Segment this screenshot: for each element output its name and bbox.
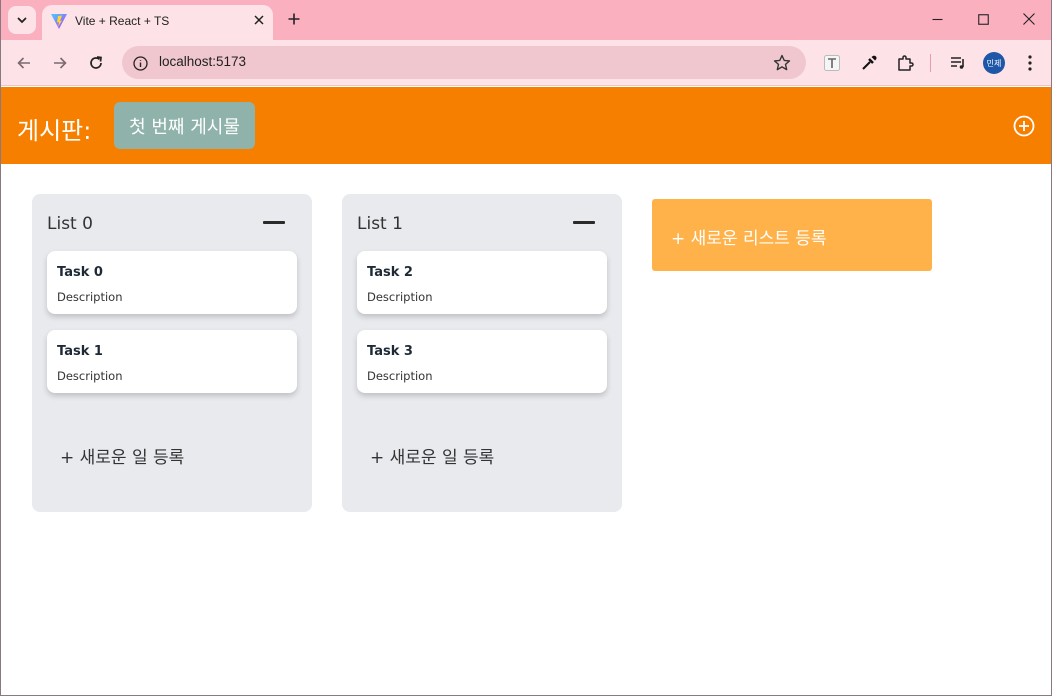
- remove-list-button[interactable]: [263, 221, 285, 224]
- bookmark-button[interactable]: [772, 53, 792, 73]
- site-info-button[interactable]: [130, 53, 150, 73]
- eyedropper-icon: [862, 55, 877, 70]
- back-button[interactable]: [12, 51, 36, 75]
- task-title: Task 1: [57, 344, 103, 359]
- new-tab-button[interactable]: [283, 8, 305, 30]
- forward-button[interactable]: [48, 51, 72, 75]
- close-icon: [254, 15, 264, 25]
- add-task-button[interactable]: + 새로운 일 등록: [60, 443, 184, 468]
- add-list-label: + 새로운 리스트 등록: [671, 229, 827, 249]
- toolbar-separator: [930, 54, 931, 72]
- browser-tabstrip: Vite + React + TS: [1, 0, 1051, 40]
- profile-avatar[interactable]: 민제: [983, 52, 1005, 74]
- task-card[interactable]: Task 0 Description: [47, 251, 297, 314]
- tab-close-button[interactable]: [250, 11, 268, 29]
- remove-list-button[interactable]: [573, 221, 595, 224]
- minimize-button[interactable]: [914, 4, 960, 34]
- plus-circle-icon: [1013, 115, 1035, 137]
- task-card[interactable]: Task 1 Description: [47, 330, 297, 393]
- arrow-left-icon: [17, 57, 30, 69]
- info-icon: [132, 55, 148, 71]
- plus-icon: [288, 13, 300, 25]
- task-card[interactable]: Task 2 Description: [357, 251, 607, 314]
- puzzle-icon: [898, 55, 914, 71]
- list-column: List 0 Task 0 Description Task 1 Descrip…: [32, 194, 312, 512]
- vite-logo-icon: [51, 14, 67, 29]
- add-board-button[interactable]: [1013, 115, 1035, 137]
- url-text: localhost:5173: [159, 54, 247, 69]
- eyedropper-extension-button[interactable]: [858, 52, 880, 74]
- reload-icon: [90, 56, 102, 69]
- tab-title: Vite + React + TS: [75, 14, 170, 28]
- browser-toolbar: localhost:5173 민제: [1, 40, 1051, 86]
- more-vert-icon: [1028, 55, 1032, 71]
- window-close-button[interactable]: [1006, 4, 1052, 34]
- extensions-button[interactable]: [894, 52, 916, 74]
- board-label: 게시판:: [17, 117, 92, 145]
- chevron-down-icon: [17, 17, 27, 24]
- browser-menu-button[interactable]: [1019, 52, 1041, 74]
- maximize-button[interactable]: [960, 4, 1006, 34]
- task-title: Task 3: [367, 344, 413, 359]
- task-description: Description: [57, 369, 123, 383]
- task-description: Description: [367, 290, 433, 304]
- maximize-icon: [977, 13, 989, 25]
- task-card[interactable]: Task 3 Description: [357, 330, 607, 393]
- text-extension-icon: [824, 55, 840, 71]
- translate-extension-button[interactable]: [821, 52, 843, 74]
- add-list-button[interactable]: + 새로운 리스트 등록: [652, 199, 932, 271]
- task-description: Description: [57, 290, 123, 304]
- address-bar[interactable]: localhost:5173: [122, 46, 806, 79]
- task-title: Task 2: [367, 265, 413, 280]
- app-header: 게시판: 첫 번째 게시물: [1, 87, 1051, 164]
- task-description: Description: [367, 369, 433, 383]
- task-title: Task 0: [57, 265, 103, 280]
- browser-tab-active[interactable]: Vite + React + TS: [42, 5, 273, 40]
- arrow-right-icon: [54, 57, 67, 69]
- add-task-button[interactable]: + 새로운 일 등록: [370, 443, 494, 468]
- minimize-icon: [932, 18, 942, 20]
- tab-search-button[interactable]: [8, 6, 36, 34]
- reload-button[interactable]: [84, 51, 108, 75]
- media-control-button[interactable]: [947, 52, 969, 74]
- board-chip-active[interactable]: 첫 번째 게시물: [114, 102, 255, 149]
- list-title: List 0: [47, 214, 93, 234]
- close-icon: [1023, 13, 1035, 25]
- list-column: List 1 Task 2 Description Task 3 Descrip…: [342, 194, 622, 512]
- star-icon: [773, 54, 791, 71]
- playlist-icon: [951, 57, 964, 69]
- list-title: List 1: [357, 214, 403, 234]
